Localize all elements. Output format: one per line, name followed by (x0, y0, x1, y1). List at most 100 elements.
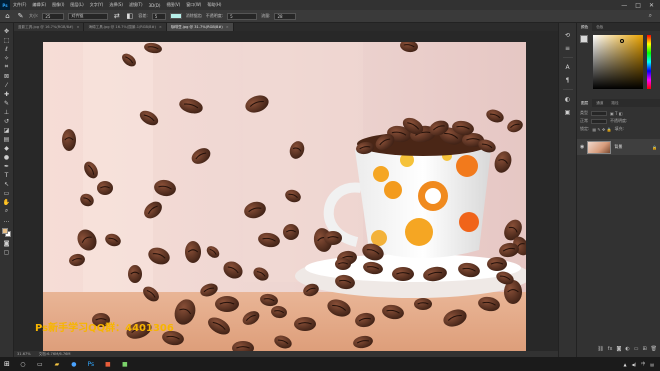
history-icon[interactable]: ⟲ (563, 31, 572, 39)
tab-document-3[interactable]: 咖啡豆.jpg @ 31.7%(RGB/8#) × (166, 23, 234, 31)
kind-label[interactable]: 类型 (580, 110, 588, 116)
crop-tool-icon[interactable]: ⌗ (2, 63, 12, 71)
browser-icon[interactable]: ● (70, 360, 78, 368)
link-layers-icon[interactable]: ⛓ (597, 346, 603, 352)
search-icon[interactable]: ⌕ (649, 12, 652, 20)
quick-mask-icon[interactable]: ◙ (2, 239, 12, 247)
tab-document-2[interactable]: 海绵工具.jpg @ 16.7%(国景-1/RGB/8#) × (84, 23, 167, 31)
color-cursor[interactable] (620, 39, 624, 43)
frame-tool-icon[interactable]: ⊠ (2, 72, 12, 80)
task-view-icon[interactable]: ▭ (36, 360, 44, 368)
menu-3d[interactable]: 3D(D) (146, 3, 164, 8)
healing-brush-tool-icon[interactable]: ✚ (2, 90, 12, 98)
zoom-level[interactable]: 31.67% (17, 352, 31, 356)
opacity-field[interactable]: 5 (227, 12, 258, 20)
menu-view[interactable]: 视图(V) (163, 2, 183, 8)
lock-icons[interactable]: ▦ ✎ ✥ 🔒 (592, 127, 611, 132)
tab-paths[interactable]: 路径 (607, 99, 622, 107)
maximize-button[interactable]: □ (635, 2, 641, 9)
network-icon[interactable]: ▲ (624, 362, 627, 367)
hue-slider[interactable] (647, 35, 651, 89)
notification-icon[interactable]: ▤ (650, 362, 654, 367)
add-mask-icon[interactable]: ◙ (616, 346, 621, 352)
eye-icon[interactable]: ◉ (580, 144, 584, 150)
kind-filter-dropdown[interactable] (591, 110, 607, 116)
canvas-area[interactable]: Ps新手学习QQ群：4401306 (14, 31, 558, 371)
menu-image[interactable]: 图像(I) (49, 2, 67, 8)
dodge-tool-icon[interactable]: ● (2, 153, 12, 161)
tab-document-1[interactable]: 蓝影工具.jpg @ 16.7%(RGB/8#) × (14, 23, 85, 31)
filter-icons[interactable]: ▣ T ◧ (610, 111, 623, 116)
tab-swatches[interactable]: 色板 (592, 23, 607, 31)
adjustments-icon[interactable]: ◐ (563, 95, 572, 103)
ime-icon[interactable]: 中 (641, 361, 645, 367)
menu-file[interactable]: 文件(F) (10, 2, 29, 8)
type-tool-icon[interactable]: T (2, 171, 12, 179)
delete-layer-icon[interactable]: 🗑 (651, 346, 657, 352)
tab-color[interactable]: 颜色 (577, 23, 593, 31)
menu-layer[interactable]: 图层(L) (67, 2, 86, 8)
adjustment-layer-icon[interactable]: ◐ (625, 346, 629, 352)
sample-icon[interactable]: ◧ (125, 12, 134, 21)
magic-wand-tool-icon[interactable]: ✧ (2, 54, 12, 62)
size-field[interactable]: 25 (42, 12, 65, 20)
stamp-tool-icon[interactable]: ⊥ (2, 108, 12, 116)
path-selection-tool-icon[interactable]: ↖ (2, 180, 12, 188)
screen-mode-icon[interactable]: ▢ (2, 248, 12, 256)
group-icon[interactable]: ▭ (634, 346, 639, 352)
gradient-tool-icon[interactable]: ▤ (2, 135, 12, 143)
character-icon[interactable]: A (563, 63, 572, 71)
current-tool-icon[interactable]: ✎ (16, 12, 25, 21)
search-icon[interactable]: ○ (19, 360, 27, 368)
history-brush-tool-icon[interactable]: ↺ (2, 117, 12, 125)
foreground-color-chip[interactable] (580, 35, 588, 43)
app-icon[interactable]: ■ (104, 360, 112, 368)
shape-tool-icon[interactable]: ▭ (2, 189, 12, 197)
minimize-button[interactable]: — (621, 2, 627, 9)
mode-dropdown[interactable]: 对齐链 (68, 12, 109, 20)
blend-mode-dropdown[interactable]: 正常 (580, 118, 588, 124)
tab-layers[interactable]: 图层 (577, 99, 593, 107)
marquee-tool-icon[interactable]: ⬚ (2, 36, 12, 44)
flow-field[interactable]: 28 (274, 12, 297, 20)
color-swatch-option[interactable] (169, 13, 182, 19)
menu-type[interactable]: 文字(Y) (87, 2, 107, 8)
swap-icon[interactable]: ⇄ (112, 12, 121, 21)
color-picker-field[interactable] (593, 35, 643, 89)
hand-tool-icon[interactable]: ✋ (2, 198, 12, 206)
foreground-color-swatch[interactable] (1, 228, 8, 234)
home-icon[interactable]: ⌂ (3, 12, 12, 21)
close-icon[interactable]: × (159, 25, 162, 29)
tab-channels[interactable]: 通道 (592, 99, 607, 107)
new-layer-icon[interactable]: ⊞ (642, 346, 646, 352)
windows-start-icon[interactable]: ⊞ (4, 360, 10, 368)
document-info[interactable]: 文档:6.76M/6.76M (39, 352, 71, 357)
more-tools-icon[interactable]: … (2, 216, 12, 224)
menu-help[interactable]: 帮助(H) (204, 2, 224, 8)
libraries-icon[interactable]: ▣ (563, 108, 572, 116)
menu-select[interactable]: 选择(S) (106, 2, 126, 8)
blur-tool-icon[interactable]: ◆ (2, 144, 12, 152)
photoshop-taskbar-icon[interactable]: Ps (87, 360, 95, 368)
zoom-tool-icon[interactable]: ⌕ (2, 207, 12, 215)
volume-icon[interactable]: ◀) (632, 362, 637, 367)
lasso-tool-icon[interactable]: ℓ (2, 45, 12, 53)
move-tool-icon[interactable]: ✥ (2, 27, 12, 35)
file-explorer-icon[interactable]: ▰ (53, 360, 61, 368)
menu-edit[interactable]: 编辑(E) (29, 2, 49, 8)
eraser-tool-icon[interactable]: ◪ (2, 126, 12, 134)
lock-icon[interactable]: 🔒 (652, 145, 657, 150)
app-icon[interactable]: ■ (121, 360, 129, 368)
close-icon[interactable]: × (226, 25, 229, 29)
menu-filter[interactable]: 滤镜(T) (126, 2, 146, 8)
brush-tool-icon[interactable]: ✎ (2, 99, 12, 107)
eyedropper-tool-icon[interactable]: ⁄ (2, 81, 12, 89)
menu-window[interactable]: 窗口(W) (183, 2, 204, 8)
color-picker-swatches[interactable] (1, 228, 12, 238)
pen-tool-icon[interactable]: ✒ (2, 162, 12, 170)
tolerance-field[interactable]: 5 (151, 12, 166, 20)
antialias-label[interactable]: 消除锯齿 (186, 13, 202, 19)
close-button[interactable]: ✕ (649, 2, 654, 9)
close-icon[interactable]: × (76, 25, 79, 29)
layer-name[interactable]: 背景 (614, 144, 622, 150)
